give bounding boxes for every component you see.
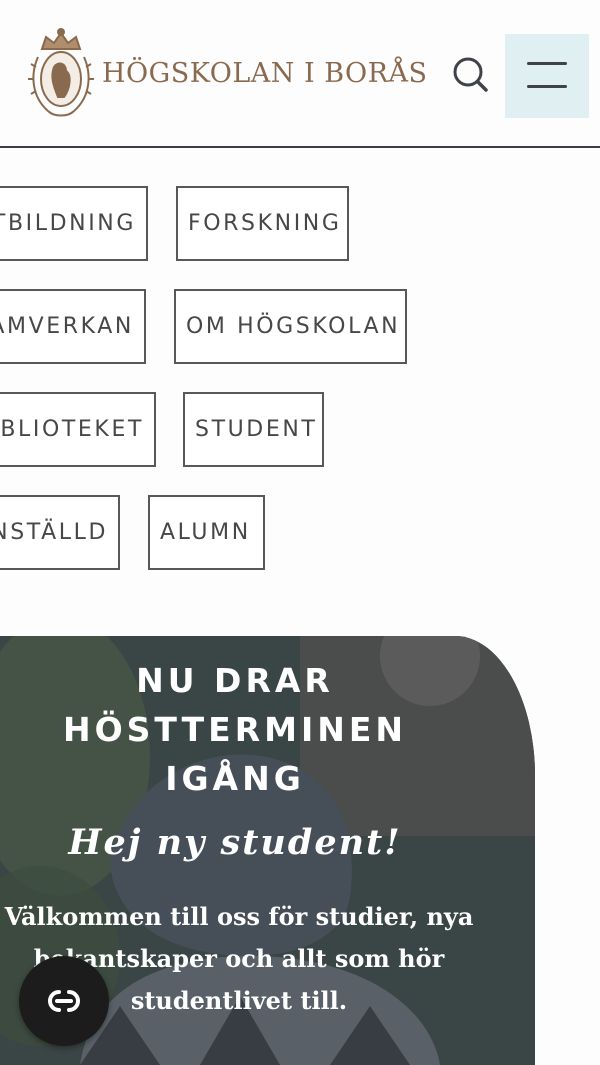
search-icon — [453, 57, 488, 92]
nav-item-label: BIBLIOTEKET — [0, 417, 144, 442]
nav-item-label: ANSTÄLLD — [0, 520, 108, 545]
nav-item-label: STUDENT — [195, 417, 318, 442]
logo-text: HÖGSKOLAN I BORÅS — [102, 57, 428, 89]
menu-button[interactable] — [505, 34, 589, 118]
nav-item-samverkan[interactable]: SAMVERKAN — [0, 289, 146, 364]
cookie-consent-icon — [48, 990, 80, 1012]
nav-item-utbildning[interactable]: UTBILDNING — [0, 186, 148, 261]
cookie-settings-button[interactable] — [19, 956, 109, 1046]
nav-item-biblioteket[interactable]: BIBLIOTEKET — [0, 392, 156, 467]
site-logo[interactable]: HÖGSKOLAN I BORÅS — [28, 26, 427, 120]
site-header: HÖGSKOLAN I BORÅS — [0, 0, 600, 148]
hero-title: NU DRAR HÖSTTERMINEN IGÅNG — [62, 661, 408, 798]
crest-icon — [28, 28, 94, 117]
main-nav: UTBILDNING FORSKNING SAMVERKAN OM HÖGSKO… — [0, 150, 600, 620]
hero-subtitle: Hej ny student! — [68, 822, 402, 863]
nav-item-label: OM HÖGSKOLAN — [186, 314, 401, 339]
nav-item-forskning[interactable]: FORSKNING — [176, 186, 349, 261]
nav-item-student[interactable]: STUDENT — [183, 392, 324, 467]
nav-item-alumn[interactable]: ALUMN — [148, 495, 265, 570]
nav-item-label: ALUMN — [160, 520, 251, 545]
nav-item-label: UTBILDNING — [0, 211, 136, 236]
nav-item-label: SAMVERKAN — [0, 314, 134, 339]
hamburger-icon — [527, 85, 567, 88]
hamburger-icon — [527, 62, 567, 65]
nav-item-anstalld[interactable]: ANSTÄLLD — [0, 495, 120, 570]
nav-item-label: FORSKNING — [188, 211, 342, 236]
nav-item-om-hogskolan[interactable]: OM HÖGSKOLAN — [174, 289, 407, 364]
search-button[interactable] — [448, 52, 494, 98]
